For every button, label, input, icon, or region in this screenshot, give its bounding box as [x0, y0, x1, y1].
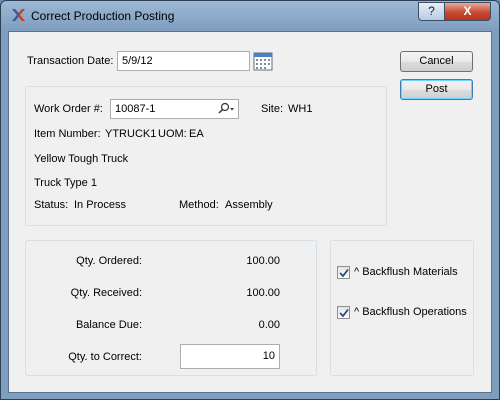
work-order-group: Work Order #: 10087-1 Site: WH1 Item Num… — [25, 86, 387, 226]
qty-received-label: Qty. Received: — [70, 287, 142, 299]
backflush-operations-checkbox[interactable] — [337, 306, 350, 319]
item-number-value: YTRUCK1 — [105, 128, 157, 140]
title-bar[interactable]: Correct Production Posting ? X — [1, 1, 499, 31]
checkmark-icon — [339, 268, 349, 278]
uom-label: UOM: — [158, 128, 187, 140]
calendar-icon[interactable] — [253, 51, 273, 71]
uom-value: EA — [189, 128, 204, 140]
transaction-date-field[interactable]: 5/9/12 — [117, 51, 250, 71]
method-label: Method: — [179, 199, 219, 211]
item-number-label: Item Number: — [34, 128, 101, 140]
work-order-value: 10087-1 — [115, 103, 156, 115]
status-label: Status: — [34, 199, 69, 211]
window-title: Correct Production Posting — [31, 9, 175, 23]
dialog-window: Correct Production Posting ? X Transacti… — [0, 0, 500, 400]
backflush-operations-label[interactable]: ^ Backflush Operations — [354, 306, 467, 318]
work-order-field[interactable]: 10087-1 — [110, 99, 239, 119]
item-description-2: Truck Type 1 — [34, 177, 97, 189]
work-order-label: Work Order #: — [34, 103, 103, 115]
backflush-materials-label[interactable]: ^ Backflush Materials — [354, 266, 458, 278]
qty-ordered-value: 100.00 — [246, 255, 280, 267]
close-button[interactable]: X — [444, 2, 491, 21]
qty-to-correct-field[interactable]: 10 — [180, 344, 280, 369]
dialog-client-area: Transaction Date: 5/9/12 Cancel Post Wor… — [8, 31, 492, 393]
status-value: In Process — [74, 199, 126, 211]
qty-ordered-label: Qty. Ordered: — [76, 255, 142, 267]
method-value: Assembly — [225, 199, 273, 211]
post-button[interactable]: Post — [400, 79, 473, 100]
transaction-date-label: Transaction Date: — [27, 55, 114, 67]
cancel-button[interactable]: Cancel — [400, 51, 473, 72]
search-dropdown-icon[interactable] — [217, 102, 235, 116]
backflush-materials-checkbox[interactable] — [337, 266, 350, 279]
help-button[interactable]: ? — [418, 2, 445, 21]
item-description-1: Yellow Tough Truck — [34, 153, 129, 165]
backflush-options-group: ^ Backflush Materials ^ Backflush Operat… — [330, 240, 474, 376]
quantities-group: Qty. Ordered: 100.00 Qty. Received: 100.… — [25, 240, 317, 376]
balance-due-label: Balance Due: — [75, 319, 142, 331]
x-app-icon — [10, 7, 26, 23]
balance-due-value: 0.00 — [258, 319, 280, 331]
qty-received-value: 100.00 — [246, 287, 280, 299]
site-label: Site: — [261, 103, 284, 115]
checkmark-icon — [339, 308, 349, 318]
site-value: WH1 — [288, 103, 313, 115]
qty-to-correct-label: Qty. to Correct: — [68, 351, 142, 363]
